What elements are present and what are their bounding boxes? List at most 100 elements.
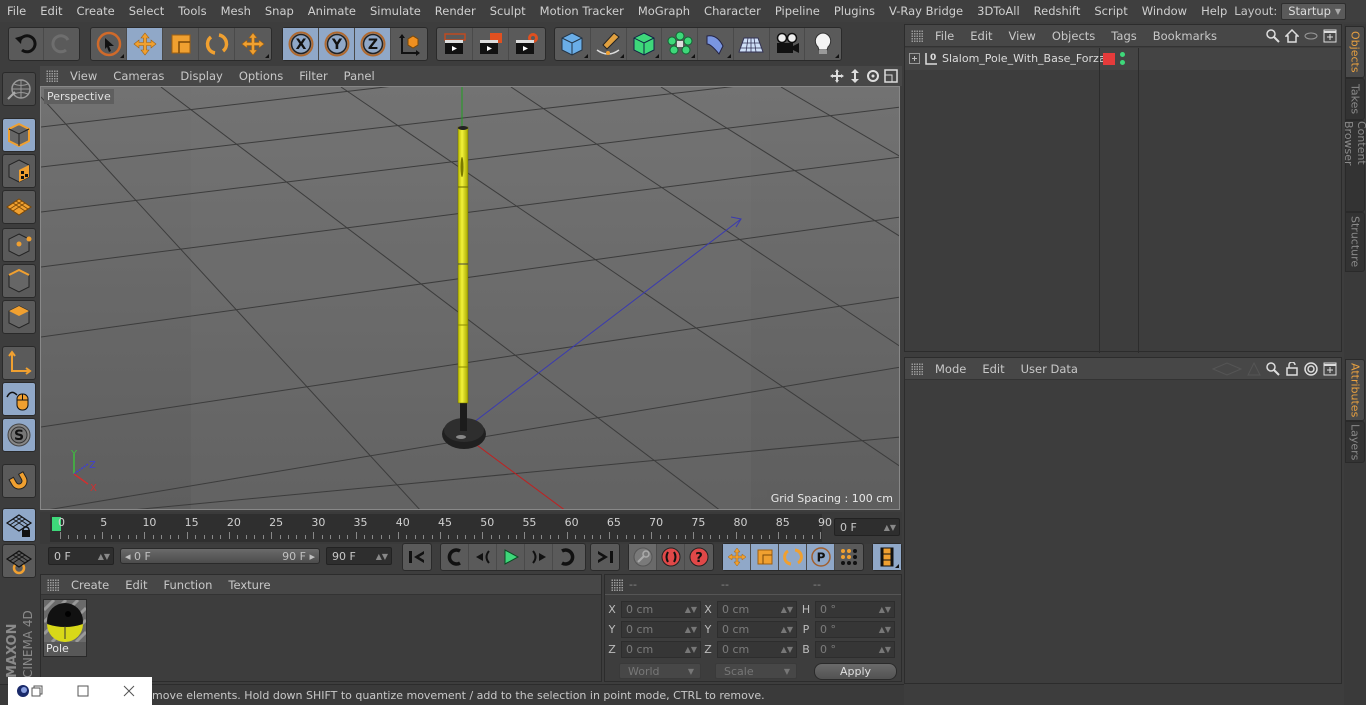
zoom-view-icon[interactable]: [848, 69, 862, 83]
panel-grip-icon[interactable]: [911, 362, 923, 375]
planar-workplane-button[interactable]: [2, 544, 36, 578]
keyframe-selection-button[interactable]: ?: [685, 544, 713, 570]
panel-grip-icon[interactable]: [911, 29, 923, 42]
camera-label[interactable]: Perspective: [44, 89, 114, 104]
panel-grip-icon[interactable]: [46, 70, 58, 82]
coord-field[interactable]: 0 ° ▲▼: [815, 621, 895, 638]
make-editable-button[interactable]: [2, 72, 36, 106]
editor-visibility-dot[interactable]: [1120, 52, 1125, 57]
maximize-view-icon[interactable]: [884, 69, 898, 83]
render-visibility-dot[interactable]: [1120, 60, 1125, 65]
viewport-menu-options[interactable]: Options: [231, 69, 291, 83]
object-menu-view[interactable]: View: [1001, 29, 1044, 43]
menu-motion-tracker[interactable]: Motion Tracker: [533, 4, 631, 18]
up-arrow-icon[interactable]: [1247, 361, 1261, 376]
pen-spline-button[interactable]: [591, 28, 627, 60]
object-menu-bookmarks[interactable]: Bookmarks: [1145, 29, 1225, 43]
pan-view-icon[interactable]: [830, 69, 844, 83]
tab-takes[interactable]: Takes: [1345, 78, 1365, 120]
redo-button[interactable]: [44, 28, 79, 60]
previous-keyframe-button[interactable]: [441, 544, 469, 570]
next-frame-button[interactable]: [525, 544, 553, 570]
texture-mode-button[interactable]: [2, 154, 36, 188]
target-icon[interactable]: [1304, 361, 1318, 376]
coord-field[interactable]: 0 cm ▲▼: [621, 641, 701, 658]
menu-snap[interactable]: Snap: [258, 4, 301, 18]
menu-render[interactable]: Render: [428, 4, 483, 18]
coord-field[interactable]: 0 cm ▲▼: [717, 621, 797, 638]
maximize-icon[interactable]: [77, 685, 89, 697]
locked-workplane-button[interactable]: [2, 508, 36, 542]
material-menu-function[interactable]: Function: [156, 578, 221, 592]
render-view-button[interactable]: [437, 28, 473, 60]
restore-icon[interactable]: [31, 685, 43, 697]
y-axis-lock-button[interactable]: Y: [319, 28, 355, 60]
cube-object-button[interactable]: [555, 28, 591, 60]
rotation-track-button[interactable]: [779, 544, 807, 570]
transform-tool-button[interactable]: [235, 28, 271, 60]
point-mode-button[interactable]: [2, 228, 36, 262]
panel-grip-icon[interactable]: [47, 578, 59, 591]
floor-button[interactable]: [734, 28, 770, 60]
coord-field[interactable]: 0 ° ▲▼: [815, 641, 895, 658]
tweak-mode-button[interactable]: [2, 382, 36, 416]
render-settings-button[interactable]: [509, 28, 545, 60]
parameter-track-button[interactable]: P: [807, 544, 835, 570]
object-menu-edit[interactable]: Edit: [962, 29, 1000, 43]
tab-objects[interactable]: Objects: [1345, 26, 1365, 78]
material-menu-create[interactable]: Create: [63, 578, 117, 592]
axis-mode-button[interactable]: [2, 346, 36, 380]
apply-button[interactable]: Apply: [814, 663, 897, 680]
menu-select[interactable]: Select: [122, 4, 171, 18]
tab-attributes[interactable]: Attributes: [1345, 359, 1365, 421]
layer-color-swatch[interactable]: [1103, 53, 1115, 65]
back-arrow-icon[interactable]: [1212, 361, 1242, 376]
size-mode-dropdown[interactable]: Scale ▼: [715, 663, 797, 679]
snap-button[interactable]: S: [2, 418, 36, 452]
viewport-menu-panel[interactable]: Panel: [336, 69, 383, 83]
menu-plugins[interactable]: Plugins: [827, 4, 882, 18]
move-tool-button[interactable]: [127, 28, 163, 60]
subdivision-surface-button[interactable]: [627, 28, 663, 60]
viewport-menu-filter[interactable]: Filter: [291, 69, 335, 83]
record-keys-button[interactable]: [629, 544, 657, 570]
edge-mode-button[interactable]: [2, 264, 36, 298]
menu-mesh[interactable]: Mesh: [214, 4, 258, 18]
timeline-window-button[interactable]: [873, 544, 901, 570]
coord-field[interactable]: 0 ° ▲▼: [815, 601, 895, 618]
menu-file[interactable]: File: [0, 4, 33, 18]
go-to-end-button[interactable]: [591, 544, 619, 570]
coordinate-space-dropdown[interactable]: World ▼: [619, 663, 701, 679]
menu-simulate[interactable]: Simulate: [363, 4, 428, 18]
attr-menu-edit[interactable]: Edit: [974, 362, 1012, 376]
attr-menu-mode[interactable]: Mode: [927, 362, 974, 376]
menu-sculpt[interactable]: Sculpt: [483, 4, 533, 18]
camera-button[interactable]: [770, 28, 806, 60]
menu-character[interactable]: Character: [697, 4, 768, 18]
menu-redshift[interactable]: Redshift: [1027, 4, 1088, 18]
deformer-button[interactable]: [698, 28, 734, 60]
undo-button[interactable]: [9, 28, 45, 60]
object-menu-objects[interactable]: Objects: [1044, 29, 1103, 43]
scale-track-button[interactable]: [751, 544, 779, 570]
menu-script[interactable]: Script: [1087, 4, 1134, 18]
next-keyframe-button[interactable]: [553, 544, 581, 570]
menu-animate[interactable]: Animate: [301, 4, 363, 18]
light-button[interactable]: [805, 28, 841, 60]
panel-grip-icon[interactable]: [611, 579, 623, 591]
cloner-button[interactable]: [662, 28, 698, 60]
3d-viewport[interactable]: Y Z X Perspective Grid Spacing : 100 cm: [40, 86, 900, 510]
rotate-tool-button[interactable]: [199, 28, 235, 60]
object-name[interactable]: Slalom_Pole_With_Base_Forza: [942, 52, 1106, 65]
autokeying-button[interactable]: [657, 544, 685, 570]
current-frame-field[interactable]: 0 F ▲▼: [834, 518, 900, 536]
eye-icon[interactable]: [1304, 29, 1318, 43]
start-frame-field[interactable]: 0 F ▲▼: [48, 547, 114, 565]
layout-dropdown[interactable]: Startup ▼: [1281, 2, 1346, 20]
go-to-start-button[interactable]: [403, 544, 431, 570]
viewport-menu-cameras[interactable]: Cameras: [105, 69, 172, 83]
menu-3dtoall[interactable]: 3DToAll: [970, 4, 1027, 18]
tab-layers[interactable]: Layers: [1345, 421, 1365, 463]
workplane-mode-button[interactable]: [2, 190, 36, 224]
material-swatch-pole[interactable]: Pole: [42, 598, 88, 657]
